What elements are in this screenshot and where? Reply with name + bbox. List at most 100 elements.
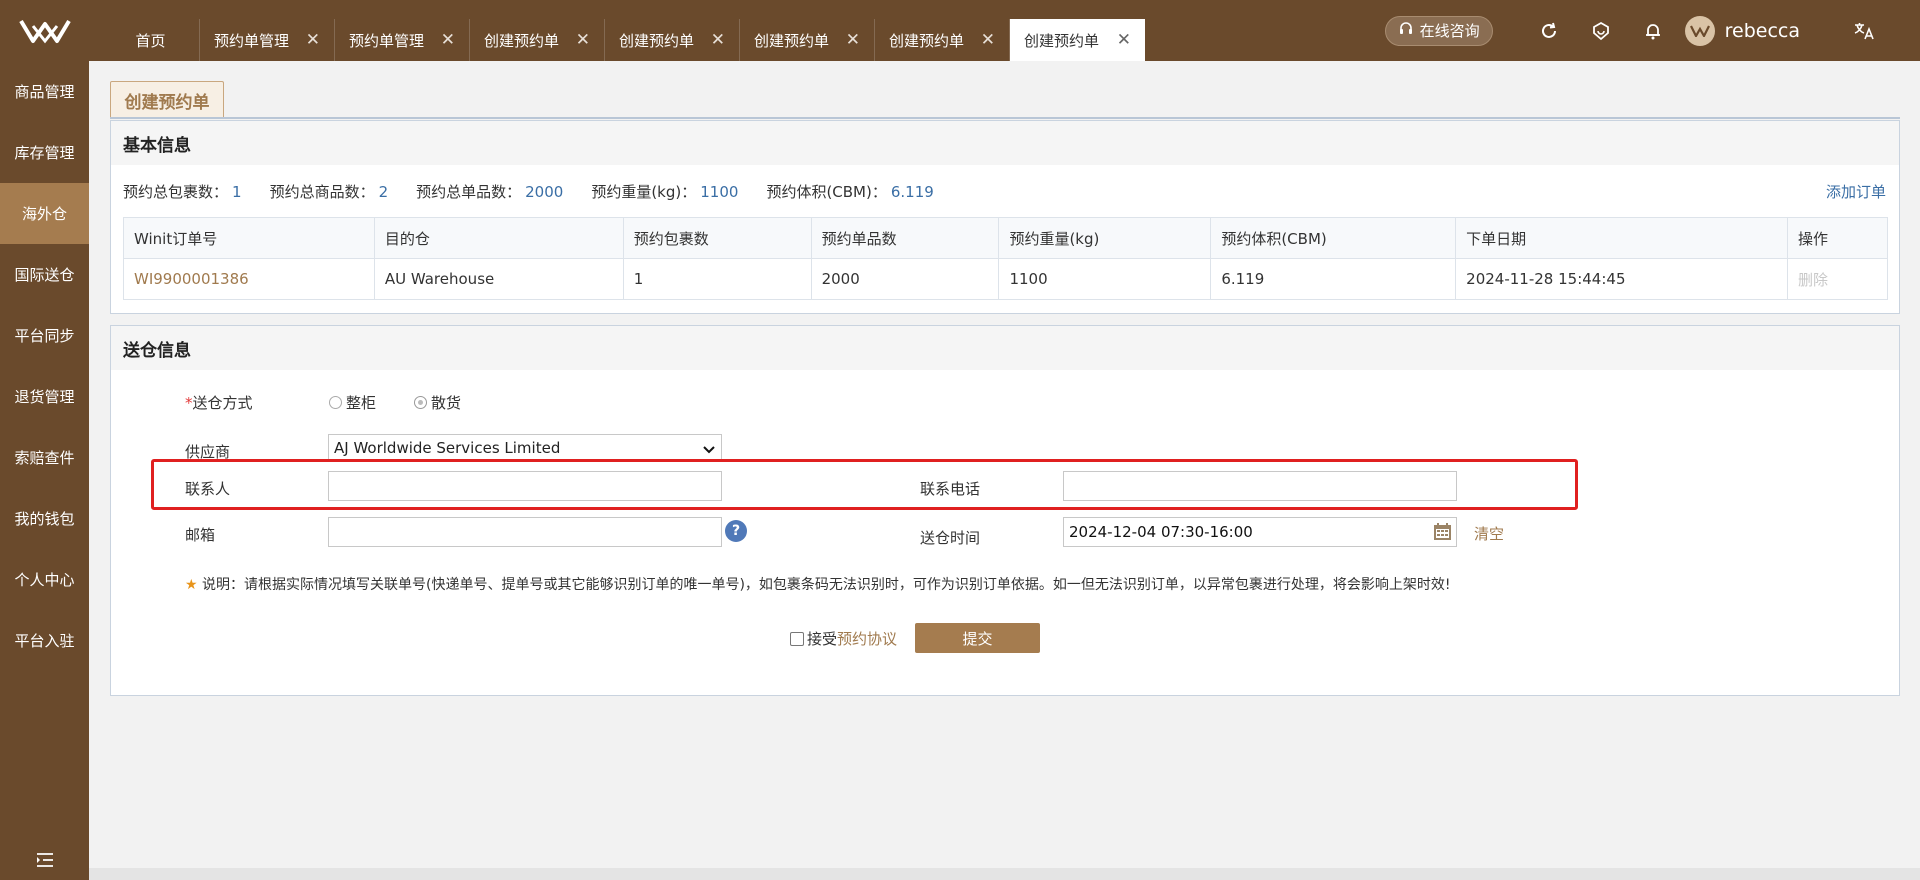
logo-icon[interactable] <box>0 0 89 61</box>
summary-value: 2 <box>378 183 389 201</box>
tab-reservation-manage[interactable]: 预约单管理 ✕ <box>335 19 470 61</box>
summary-label: 预约体积(CBM)： <box>766 183 887 201</box>
close-icon[interactable]: ✕ <box>441 31 455 49</box>
delivery-info-panel: 送仓信息 *送仓方式 整柜 散货 供应商 AJ Worldwide Servic… <box>110 325 1900 696</box>
delivery-time-input[interactable]: 2024-12-04 07:30-16:00 <box>1063 517 1457 547</box>
close-icon[interactable]: ✕ <box>576 31 590 49</box>
required-mark: * <box>185 394 193 412</box>
tab-create-reservation[interactable]: 创建预约单 ✕ <box>605 19 740 61</box>
translate-icon[interactable] <box>1838 21 1890 41</box>
header-actions: 在线咨询 rebecca <box>1384 0 1920 61</box>
highlight-box <box>151 459 1578 510</box>
tab-reservation-manage[interactable]: 预约单管理 ✕ <box>200 19 335 61</box>
bell-icon[interactable] <box>1627 21 1679 41</box>
tab-label: 预约单管理 <box>349 31 425 50</box>
summary-stats: 预约总包裹数： 1 预约总商品数： 2 预约总单品数： 2000 预约重量(kg)： 1… <box>123 181 962 202</box>
radio-full-container[interactable]: 整柜 <box>329 392 376 413</box>
user-menu[interactable]: rebecca <box>1684 15 1800 46</box>
sidebar-item-profile[interactable]: 个人中心 <box>0 549 89 610</box>
table-cell: AU Warehouse <box>373 258 624 300</box>
smile-icon[interactable] <box>1575 21 1627 41</box>
tab-label: 创建预约单 <box>889 31 965 50</box>
tab-label: 创建预约单 <box>1024 31 1100 50</box>
headset-icon <box>1398 21 1414 41</box>
sidebar-item-claims[interactable]: 索赔查件 <box>0 427 89 488</box>
delete-button[interactable]: 删除 <box>1786 258 1889 300</box>
agreement-link[interactable]: 预约协议 <box>837 628 897 649</box>
delivery-info-title: 送仓信息 <box>111 326 1899 370</box>
table-cell: 2000 <box>810 258 1000 300</box>
footer-strip <box>89 868 1920 880</box>
sidebar-item-label: 个人中心 <box>14 571 75 589</box>
summary-total-products: 预约总商品数： 2 <box>270 181 389 202</box>
close-icon[interactable]: ✕ <box>1117 31 1131 49</box>
radio-label: 散货 <box>431 394 462 412</box>
tab-create-reservation-active[interactable]: 创建预约单 ✕ <box>1010 19 1145 61</box>
sidebar-item-label: 退货管理 <box>14 388 75 406</box>
table-header-row: Winit订单号 目的仓 预约包裹数 预约单品数 预约重量(kg) 预约体积(C… <box>123 217 1889 259</box>
tab-home[interactable]: 首页 <box>102 19 200 61</box>
column-header: 预约重量(kg) <box>998 217 1212 259</box>
column-header: 操作 <box>1786 217 1889 259</box>
summary-label: 预约重量(kg)： <box>591 183 697 201</box>
online-consult-button[interactable]: 在线咨询 <box>1384 15 1493 46</box>
sidebar-item-label: 库存管理 <box>14 144 75 162</box>
table-cell: 6.119 <box>1210 258 1457 300</box>
summary-label: 预约总包裹数： <box>123 183 229 201</box>
agree-prefix: 接受 <box>807 630 838 648</box>
delivery-time-value: 2024-12-04 07:30-16:00 <box>1069 523 1253 541</box>
close-icon[interactable]: ✕ <box>711 31 725 49</box>
column-header: 预约单品数 <box>810 217 1000 259</box>
tab-label: 预约单管理 <box>214 31 290 50</box>
order-table: Winit订单号 目的仓 预约包裹数 预约单品数 预约重量(kg) 预约体积(C… <box>123 217 1889 300</box>
sidebar-item-products[interactable]: 商品管理 <box>0 61 89 122</box>
summary-value: 6.119 <box>890 183 934 201</box>
sidebar-item-platform-join[interactable]: 平台入驻 <box>0 610 89 671</box>
supplier-value: AJ Worldwide Services Limited <box>334 438 561 457</box>
summary-label: 预约总商品数： <box>269 183 375 201</box>
delivery-time-label: 送仓时间 <box>920 529 981 547</box>
agree-checkbox[interactable] <box>790 631 804 646</box>
radio-bulk-cargo[interactable]: 散货 <box>414 392 461 413</box>
calendar-icon[interactable] <box>1433 522 1452 545</box>
tab-create-reservation[interactable]: 创建预约单 ✕ <box>875 19 1010 61</box>
tab-label: 创建预约单 <box>754 31 830 50</box>
close-icon[interactable]: ✕ <box>306 31 320 49</box>
submit-button[interactable]: 提交 <box>915 623 1040 653</box>
add-order-link[interactable]: 添加订单 <box>1826 181 1886 202</box>
table-cell: 1 <box>622 258 812 300</box>
email-label: 邮箱 <box>185 526 216 544</box>
sidebar-item-inventory[interactable]: 库存管理 <box>0 122 89 183</box>
tab-bar: 首页 预约单管理 ✕ 预约单管理 ✕ 创建预约单 ✕ 创建预约单 ✕ 创建预约单 ✕ 创建… <box>102 0 1145 61</box>
sidebar-item-wallet[interactable]: 我的钱包 <box>0 488 89 549</box>
column-header: Winit订单号 <box>123 217 375 259</box>
supplier-select[interactable]: AJ Worldwide Services Limited <box>328 434 722 460</box>
help-icon[interactable]: ? <box>725 520 747 542</box>
radio-circle-selected[interactable] <box>414 396 427 409</box>
divider <box>110 117 1900 119</box>
sidebar-item-platform-sync[interactable]: 平台同步 <box>0 305 89 366</box>
close-icon[interactable]: ✕ <box>981 31 995 49</box>
username: rebecca <box>1724 19 1800 42</box>
sidebar-item-returns[interactable]: 退货管理 <box>0 366 89 427</box>
basic-info-title: 基本信息 <box>111 121 1899 165</box>
radio-circle[interactable] <box>329 396 342 409</box>
sidebar-item-international-delivery[interactable]: 国际送仓 <box>0 244 89 305</box>
clear-button[interactable]: 清空 <box>1474 523 1504 544</box>
email-input[interactable] <box>328 517 722 547</box>
order-number-link[interactable]: WI9900001386 <box>123 258 375 300</box>
refresh-icon[interactable] <box>1523 21 1575 41</box>
basic-info-panel: 基本信息 预约总包裹数： 1 预约总商品数： 2 预约总单品数： 2000 预约重量(… <box>110 120 1900 314</box>
tab-create-reservation[interactable]: 创建预约单 ✕ <box>470 19 605 61</box>
table-cell: 1100 <box>998 258 1212 300</box>
star-icon: ★ <box>185 577 198 593</box>
chevron-down-icon <box>703 441 715 459</box>
close-icon[interactable]: ✕ <box>846 31 860 49</box>
avatar <box>1684 15 1715 46</box>
menu-collapse-icon[interactable] <box>0 852 89 868</box>
summary-total-packages: 预约总包裹数： 1 <box>123 181 242 202</box>
tab-create-reservation[interactable]: 创建预约单 ✕ <box>740 19 875 61</box>
sidebar-item-label: 海外仓 <box>21 205 67 223</box>
summary-value: 1100 <box>700 183 739 201</box>
sidebar-item-overseas-warehouse[interactable]: 海外仓 <box>0 183 89 244</box>
